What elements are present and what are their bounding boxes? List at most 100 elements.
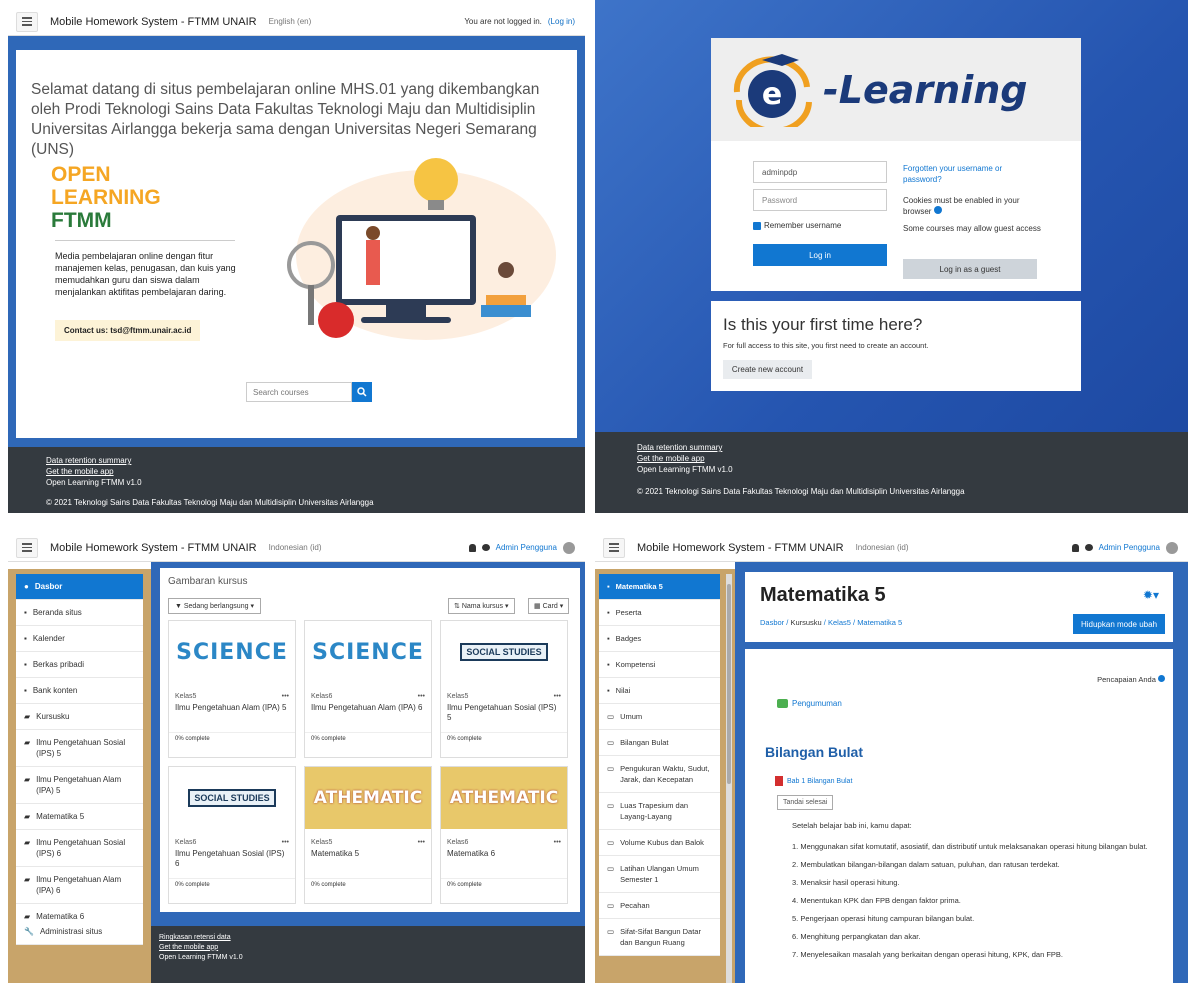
- course-card[interactable]: SCIENCE Kelas6 ••• Ilmu Pengetahuan Alam (I…: [304, 620, 432, 758]
- course-drawer: ▪ Matematika 5 ▪ Peserta ▪ Badges ▪ Kompetensi ▪…: [599, 574, 720, 956]
- search-button[interactable]: [352, 382, 372, 402]
- course-image[interactable]: ATHEMATIC: [305, 767, 431, 829]
- data-retention-link[interactable]: Data retention summary: [637, 443, 722, 452]
- edit-mode-button[interactable]: Hidupkan mode ubah: [1073, 614, 1165, 634]
- sidebar-item[interactable]: ▰ Ilmu Pengetahuan Alam (IPA) 5: [16, 767, 143, 804]
- menu-toggle-button[interactable]: [603, 537, 625, 558]
- sidebar-item[interactable]: ▰ Matematika 5: [16, 804, 143, 830]
- bell-icon[interactable]: [468, 543, 476, 552]
- sidebar-item[interactable]: ▪ Berkas pribadi: [16, 652, 143, 678]
- sidebar-item[interactable]: ● Dasbor: [16, 574, 143, 600]
- breadcrumb-kelas[interactable]: Kelas5: [828, 618, 851, 627]
- course-nav-item[interactable]: ▭ Latihan Ulangan Umum Semester 1: [599, 856, 720, 893]
- language-selector[interactable]: Indonesian (id): [269, 543, 322, 552]
- course-image[interactable]: SOCIAL STUDIES: [169, 767, 295, 829]
- intro-text: Setelah belajar bab ini, kamu dapat:: [792, 821, 912, 830]
- breadcrumb-course[interactable]: Matematika 5: [857, 618, 902, 627]
- password-input[interactable]: Password: [753, 189, 887, 211]
- sidebar-item[interactable]: ▪ Kalender: [16, 626, 143, 652]
- settings-gear-icon[interactable]: ✹▾: [1143, 588, 1159, 602]
- scrollbar[interactable]: [726, 574, 732, 983]
- course-name[interactable]: Ilmu Pengetahuan Alam (IPA) 6: [305, 700, 431, 730]
- course-nav-item[interactable]: ▭ Pecahan: [599, 893, 720, 919]
- course-nav-item[interactable]: ▭ Luas Trapesium dan Layang-Layang: [599, 793, 720, 830]
- course-name[interactable]: Ilmu Pengetahuan Alam (IPA) 5: [169, 700, 295, 730]
- remember-checkbox[interactable]: [753, 221, 761, 230]
- data-retention-link[interactable]: Data retention summary: [46, 456, 131, 465]
- course-nav-item[interactable]: ▪ Kompetensi: [599, 652, 720, 678]
- messages-icon[interactable]: [1084, 544, 1093, 551]
- course-nav-item[interactable]: ▪ Peserta: [599, 600, 720, 626]
- view-dropdown[interactable]: ▦ Card ▾: [528, 598, 570, 614]
- course-nav-item[interactable]: ▪ Matematika 5: [599, 574, 720, 600]
- messages-icon[interactable]: [481, 544, 490, 551]
- sidebar-item[interactable]: ▰ Kursusku: [16, 704, 143, 730]
- user-name[interactable]: Admin Pengguna: [496, 543, 557, 552]
- filter-dropdown[interactable]: ▼ Sedang berlangsung ▾: [168, 598, 261, 614]
- forgot-password-link[interactable]: Forgotten your username or password?: [903, 163, 1043, 185]
- data-retention-link[interactable]: Ringkasan retensi data: [159, 934, 231, 941]
- menu-toggle-button[interactable]: [16, 537, 38, 558]
- course-image[interactable]: ATHEMATIC: [441, 767, 567, 829]
- chapter-file-link[interactable]: Bab 1 Bilangan Bulat: [775, 776, 852, 786]
- nav-drawer: ● Dasbor ▪ Beranda situs ▪ Kalender ▪ Berkas pr…: [16, 574, 143, 930]
- mobile-app-link[interactable]: Get the mobile app: [46, 467, 114, 476]
- course-image[interactable]: SOCIAL STUDIES: [441, 621, 567, 683]
- course-name[interactable]: Matematika 6: [441, 846, 567, 876]
- course-card[interactable]: SCIENCE Kelas5 ••• Ilmu Pengetahuan Alam (I…: [168, 620, 296, 758]
- sidebar-item[interactable]: ▪ Beranda situs: [16, 600, 143, 626]
- course-card[interactable]: SOCIAL STUDIES Kelas6 ••• Ilmu Pengetahuan …: [168, 766, 296, 904]
- language-selector[interactable]: Indonesian (id): [856, 543, 909, 552]
- mark-done-button[interactable]: Tandai selesai: [777, 795, 834, 810]
- course-nav-item[interactable]: ▭ Pengukuran Waktu, Sudut, Jarak, dan Kec…: [599, 756, 720, 793]
- username-input[interactable]: adminpdp: [753, 161, 887, 183]
- site-title[interactable]: Mobile Homework System - FTMM UNAIR: [637, 542, 844, 554]
- course-name[interactable]: Ilmu Pengetahuan Sosial (IPS) 5: [441, 700, 567, 730]
- site-title[interactable]: Mobile Homework System - FTMM UNAIR: [50, 16, 257, 28]
- course-menu-icon[interactable]: •••: [282, 693, 289, 700]
- language-selector[interactable]: English (en): [269, 17, 312, 26]
- course-nav-item[interactable]: ▭ Sifat-Sifat Bangun Datar dan Bangun Rua…: [599, 919, 720, 956]
- sidebar-item[interactable]: ▰ Ilmu Pengetahuan Sosial (IPS) 5: [16, 730, 143, 767]
- course-card[interactable]: SOCIAL STUDIES Kelas5 ••• Ilmu Pengetahuan …: [440, 620, 568, 758]
- breadcrumb-dasbor[interactable]: Dasbor: [760, 618, 784, 627]
- bell-icon[interactable]: [1071, 543, 1079, 552]
- announcement-link[interactable]: Pengumuman: [777, 699, 842, 708]
- search-courses-input[interactable]: Search courses: [246, 382, 352, 402]
- help-icon[interactable]: [1158, 675, 1165, 682]
- course-nav-item[interactable]: ▭ Bilangan Bulat: [599, 730, 720, 756]
- create-account-button[interactable]: Create new account: [723, 360, 812, 379]
- sidebar-item[interactable]: ▰ Ilmu Pengetahuan Alam (IPA) 6: [16, 867, 143, 904]
- admin-link[interactable]: 🔧 Administrasi situs: [16, 919, 143, 945]
- course-menu-icon[interactable]: •••: [418, 839, 425, 846]
- course-card[interactable]: ATHEMATIC Kelas6 ••• Matematika 6 0% complet…: [440, 766, 568, 904]
- help-icon[interactable]: [933, 206, 942, 214]
- course-menu-icon[interactable]: •••: [554, 839, 561, 846]
- sidebar-item[interactable]: ▪ Bank konten: [16, 678, 143, 704]
- course-image[interactable]: SCIENCE: [305, 621, 431, 683]
- course-name[interactable]: Matematika 5: [305, 846, 431, 876]
- course-menu-icon[interactable]: •••: [418, 693, 425, 700]
- user-name[interactable]: Admin Pengguna: [1099, 543, 1160, 552]
- course-menu-icon[interactable]: •••: [282, 839, 289, 846]
- course-nav-item[interactable]: ▪ Nilai: [599, 678, 720, 704]
- course-name[interactable]: Ilmu Pengetahuan Sosial (IPS) 6: [169, 846, 295, 876]
- sort-dropdown[interactable]: ⇅ Nama kursus ▾: [448, 598, 515, 614]
- mobile-app-link[interactable]: Get the mobile app: [637, 454, 705, 463]
- avatar[interactable]: [563, 541, 575, 554]
- sidebar-item[interactable]: ▰ Ilmu Pengetahuan Sosial (IPS) 6: [16, 830, 143, 867]
- course-card[interactable]: ATHEMATIC Kelas5 ••• Matematika 5 0% complet…: [304, 766, 432, 904]
- guest-login-button[interactable]: Log in as a guest: [903, 259, 1037, 279]
- login-button[interactable]: Log in: [753, 244, 887, 266]
- login-link[interactable]: (Log in): [548, 17, 575, 26]
- course-nav-item[interactable]: ▪ Badges: [599, 626, 720, 652]
- course-image[interactable]: SCIENCE: [169, 621, 295, 683]
- course-menu-icon[interactable]: •••: [554, 693, 561, 700]
- avatar[interactable]: [1166, 541, 1178, 554]
- site-title[interactable]: Mobile Homework System - FTMM UNAIR: [50, 542, 257, 554]
- menu-toggle-button[interactable]: [16, 11, 38, 32]
- course-nav-item[interactable]: ▭ Volume Kubus dan Balok: [599, 830, 720, 856]
- breadcrumb-kursusku[interactable]: Kursusku: [790, 618, 821, 627]
- course-nav-item[interactable]: ▭ Umum: [599, 704, 720, 730]
- mobile-app-link[interactable]: Get the mobile app: [159, 944, 218, 951]
